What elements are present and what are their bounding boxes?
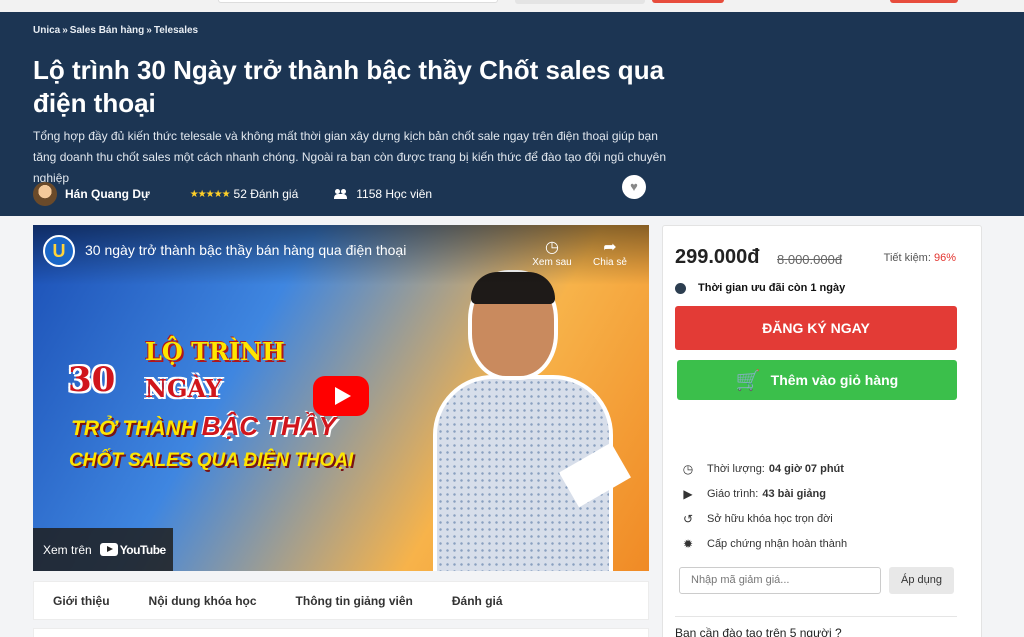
course-meta: Hán Quang Dự ★★★★★ 52 Đánh giá 1158 Học … [33,181,432,207]
tab-reviews[interactable]: Đánh giá [432,594,522,608]
users-icon [334,189,348,199]
alarm-clock-icon [675,282,686,294]
header-red-button[interactable] [652,0,724,3]
share-button[interactable]: ➦ Chia sẻ [585,237,635,268]
breadcrumb-item-unica[interactable]: Unica [33,25,60,36]
feature-lessons: ▶ Giáo trình: 43 bài giảng [681,481,847,506]
divider [675,616,957,617]
coupon-input[interactable]: Nhập mã giảm giá... [679,567,881,594]
content-panel [33,628,649,637]
tab-intro[interactable]: Giới thiệu [34,594,129,608]
play-circle-icon: ▶ [683,486,693,501]
channel-logo-icon[interactable]: U [43,235,75,267]
cart-plus-icon: 🛒 [735,369,761,392]
watch-later-button[interactable]: ◷ Xem sau [527,237,577,268]
thumb-text-chot-sales: CHỐT SALES QUA ĐIỆN THOẠI [69,450,354,471]
instructor-photo [433,270,633,571]
rating-count: 52 Đánh giá [233,187,299,201]
tab-instructor[interactable]: Thông tin giảng viên [276,594,432,608]
saving-badge: Tiết kiệm: 96% [883,252,956,264]
offer-countdown: Thời gian ưu đãi còn 1 ngày [675,282,845,294]
page-title: Lộ trình 30 Ngày trở thành bậc thầy Chốt… [33,55,665,118]
feature-lifetime: ↺ Sở hữu khóa học trọn đời [682,511,833,526]
breadcrumb: Unica» Sales Bán hàng» Telesales [33,25,199,36]
course-features: ◷ Thời lượng: 04 giờ 07 phút ▶ Giáo trình… [681,456,847,556]
thumb-text-lo-trinh: LỘ TRÌNH [145,337,285,366]
rating-stars-icon: ★★★★★ [189,188,231,200]
header-search-input[interactable] [218,0,498,3]
course-description: Tổng hợp đầy đủ kiến thức telesale và kh… [33,129,667,185]
youtube-play-icon[interactable] [313,376,369,416]
watch-on-youtube-button[interactable]: Xem trên YouTube [33,528,173,571]
author-name[interactable]: Hán Quang Dự [65,187,150,201]
certificate-icon: ✹ [682,536,694,551]
original-price: 8.000.000đ [777,252,843,267]
video-title[interactable]: 30 ngày trở thành bậc thầy bán hàng qua … [85,242,406,258]
author-avatar [33,182,57,206]
thumb-text-ngay: NGÀY [145,374,222,403]
clock-icon: ◷ [545,239,559,256]
feature-certificate: ✹ Cấp chứng nhận hoàn thành [682,536,848,551]
header-red-button-right[interactable] [890,0,958,3]
apply-coupon-button[interactable]: Áp dụng [889,567,954,594]
youtube-logo-icon: YouTube [99,543,166,557]
breadcrumb-item-telesales[interactable]: Telesales [154,25,198,36]
feature-duration: ◷ Thời lượng: 04 giờ 07 phút [682,461,844,476]
clock-icon: ◷ [682,461,694,476]
student-count: 1158 Học viên [356,187,433,201]
video-player[interactable]: U 30 ngày trở thành bậc thầy bán hàng qu… [33,225,649,571]
thumb-text-30: 30 [68,360,116,400]
course-hero: Unica» Sales Bán hàng» Telesales Lộ trình … [0,12,1024,216]
thumb-text-tro-thanh: TRỞ THÀNH BẬC THẦY [71,411,337,441]
tab-content[interactable]: Nội dung khóa học [129,594,276,608]
register-button[interactable]: ĐĂNG KÝ NGAY [675,306,957,350]
group-training-question[interactable]: Bạn cần đào tạo trên 5 người ? [675,626,842,637]
course-tabs: Giới thiệu Nội dung khóa học Thông tin g… [33,581,649,620]
wishlist-heart-icon[interactable]: ♥ [622,175,646,199]
add-to-cart-button[interactable]: 🛒 Thêm vào giỏ hàng [677,360,957,400]
header-grey-control[interactable] [515,0,645,4]
history-icon: ↺ [682,511,694,526]
top-header-strip [0,0,1024,12]
share-arrow-icon: ➦ [603,239,617,256]
current-price: 299.000đ [675,246,760,268]
purchase-card: 299.000đ 8.000.000đ Tiết kiệm: 96% Thời … [662,225,982,637]
breadcrumb-item-sales[interactable]: Sales Bán hàng [70,25,144,36]
